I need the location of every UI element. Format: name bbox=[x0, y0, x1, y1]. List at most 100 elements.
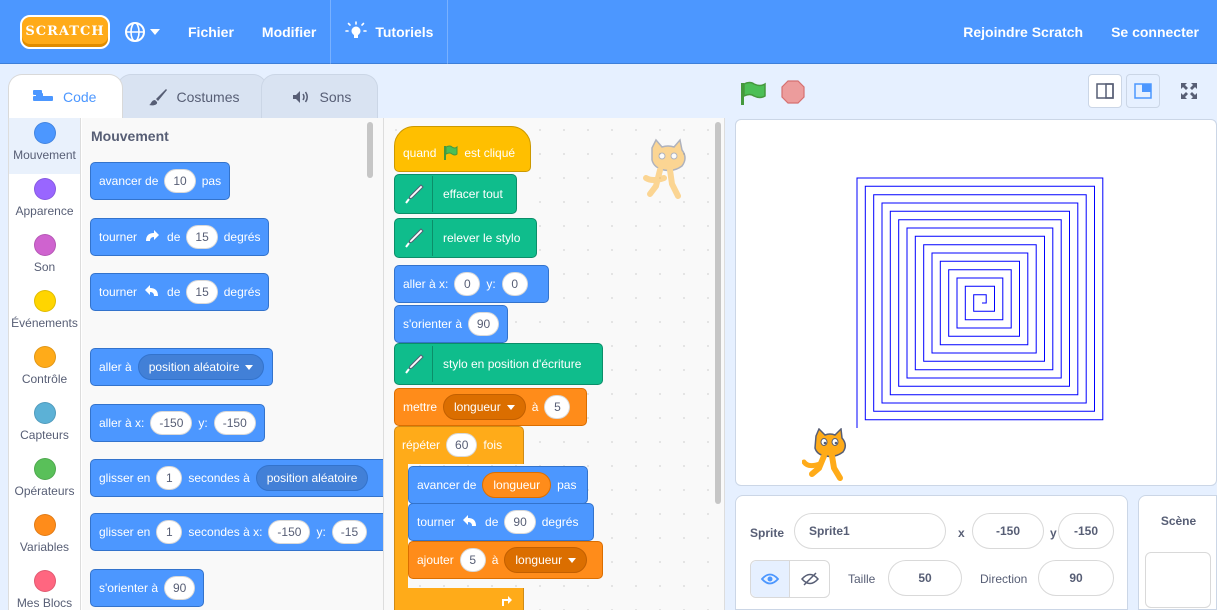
degrees-input[interactable]: 15 bbox=[186, 280, 218, 304]
direction-input[interactable]: 90 bbox=[468, 312, 499, 336]
glide-xy-block[interactable]: glisser en 1 secondes à x: -150 y: -15 bbox=[90, 513, 383, 551]
y-input[interactable]: -15 bbox=[331, 520, 368, 544]
pen-extension-icon bbox=[395, 220, 433, 256]
size-input[interactable]: 50 bbox=[888, 560, 962, 596]
set-variable-block[interactable]: mettre longueur à 5 bbox=[394, 388, 587, 426]
block-text: quand bbox=[403, 146, 437, 160]
editor-tabs: Code Costumes Sons bbox=[8, 74, 379, 118]
point-direction-block[interactable]: s'orienter à 90 bbox=[394, 305, 508, 343]
sign-in-link[interactable]: Se connecter bbox=[1097, 0, 1217, 64]
stop-icon[interactable] bbox=[781, 80, 805, 104]
pen-clear-block[interactable]: effacer tout bbox=[394, 174, 517, 214]
category-son[interactable]: Son bbox=[9, 230, 80, 286]
category-label: Mes Blocs bbox=[16, 596, 73, 610]
hide-sprite-button[interactable] bbox=[790, 561, 829, 597]
glide-target-dropdown[interactable]: position aléatoire bbox=[255, 465, 369, 491]
menu-bar: SCRATCH Fichier Modifier Tutoriels Rejoi… bbox=[0, 0, 1217, 64]
degrees-input[interactable]: 90 bbox=[504, 510, 536, 534]
repeat-arm bbox=[394, 464, 408, 604]
times-input[interactable]: 60 bbox=[446, 433, 478, 457]
variable-dropdown[interactable]: longueur bbox=[504, 547, 588, 573]
file-menu[interactable]: Fichier bbox=[174, 0, 248, 64]
sprite-cat[interactable] bbox=[802, 428, 854, 484]
x-input[interactable]: 0 bbox=[454, 272, 481, 296]
y-input[interactable]: -150 bbox=[213, 411, 256, 435]
variable-reporter[interactable]: longueur bbox=[482, 472, 552, 498]
x-input[interactable]: -150 bbox=[150, 411, 193, 435]
category-mes-blocs[interactable]: Mes Blocs bbox=[9, 566, 80, 610]
direction-input[interactable]: 90 bbox=[1038, 560, 1114, 596]
normal-stage-button[interactable] bbox=[1126, 74, 1160, 108]
flyout-scrollbar[interactable] bbox=[367, 122, 373, 178]
category-op-rateurs[interactable]: Opérateurs bbox=[9, 454, 80, 510]
y-position-input[interactable]: -150 bbox=[1058, 513, 1114, 549]
y-input[interactable]: 0 bbox=[501, 272, 528, 296]
category--v-nements[interactable]: Événements bbox=[9, 286, 80, 342]
block-text: y: bbox=[316, 525, 326, 539]
block-text: degrés bbox=[223, 285, 261, 299]
goto-menu-block[interactable]: aller à position aléatoire bbox=[90, 348, 274, 386]
change-variable-block[interactable]: ajouter 5 à longueur bbox=[408, 541, 603, 579]
goto-xy-block[interactable]: aller à x: -150 y: -150 bbox=[90, 404, 265, 442]
seconds-input[interactable]: 1 bbox=[156, 520, 183, 544]
dropdown-value: position aléatoire bbox=[266, 471, 358, 485]
tutorials-menu[interactable]: Tutoriels bbox=[331, 0, 447, 64]
block-text: aller à x: bbox=[403, 277, 449, 291]
block-text: mettre bbox=[403, 400, 438, 414]
category-mouvement[interactable]: Mouvement bbox=[9, 118, 80, 174]
pen-down-block[interactable]: stylo en position d'écriture bbox=[394, 343, 603, 385]
degrees-input[interactable]: 15 bbox=[186, 225, 218, 249]
tab-costumes-label: Costumes bbox=[176, 88, 240, 105]
x-position-input[interactable]: -150 bbox=[972, 513, 1044, 549]
point-direction-block[interactable]: s'orienter à 90 bbox=[90, 569, 205, 607]
variable-dropdown[interactable]: longueur bbox=[443, 394, 526, 420]
language-menu[interactable] bbox=[110, 0, 174, 64]
scene-thumbnail[interactable] bbox=[1145, 552, 1211, 608]
turn-right-block[interactable]: tourner de 15 degrés bbox=[90, 218, 270, 256]
goto-xy-block[interactable]: aller à x: 0 y: 0 bbox=[394, 265, 549, 303]
scratch-logo[interactable]: SCRATCH bbox=[20, 14, 110, 49]
category-variables[interactable]: Variables bbox=[9, 510, 80, 566]
turn-left-block[interactable]: tourner de 90 degrés bbox=[408, 503, 594, 541]
move-steps-block[interactable]: avancer de 10 pas bbox=[90, 162, 231, 200]
show-sprite-button[interactable] bbox=[751, 561, 791, 597]
edit-menu[interactable]: Modifier bbox=[248, 0, 330, 64]
green-flag-icon[interactable] bbox=[739, 81, 767, 107]
when-flag-clicked-block[interactable]: quand est cliqué bbox=[394, 126, 531, 172]
x-input[interactable]: -150 bbox=[268, 520, 311, 544]
sprite-name-input[interactable]: Sprite1 bbox=[794, 513, 946, 549]
category-apparence[interactable]: Apparence bbox=[9, 174, 80, 230]
seconds-input[interactable]: 1 bbox=[156, 466, 183, 490]
value-input[interactable]: 5 bbox=[459, 548, 486, 572]
small-stage-icon bbox=[1096, 83, 1114, 99]
direction-input[interactable]: 90 bbox=[164, 576, 196, 600]
script-scrollbar[interactable] bbox=[715, 122, 721, 504]
small-stage-button[interactable] bbox=[1088, 74, 1122, 108]
block-text: aller à x: bbox=[99, 416, 145, 430]
stage-canvas[interactable] bbox=[735, 119, 1217, 486]
caret-down-icon bbox=[245, 364, 254, 370]
tab-sounds[interactable]: Sons bbox=[260, 74, 379, 118]
paintbrush-icon bbox=[149, 88, 168, 105]
join-scratch-link[interactable]: Rejoindre Scratch bbox=[949, 0, 1097, 64]
tab-code[interactable]: Code bbox=[8, 74, 124, 118]
block-text: répéter bbox=[402, 438, 441, 452]
block-text: de bbox=[167, 285, 181, 299]
steps-input[interactable]: 10 bbox=[164, 169, 196, 193]
glide-menu-block[interactable]: glisser en 1 secondes à position aléatoi… bbox=[90, 459, 383, 497]
script-area[interactable]: quand est cliqué effacer tout relever le… bbox=[384, 118, 725, 610]
tab-costumes[interactable]: Costumes bbox=[117, 74, 267, 118]
category-contr-le[interactable]: Contrôle bbox=[9, 342, 80, 398]
block-text: glisser en bbox=[99, 525, 151, 539]
turn-left-block[interactable]: tourner de 15 degrés bbox=[90, 273, 270, 311]
value-input[interactable]: 5 bbox=[544, 395, 571, 419]
block-text: à bbox=[531, 400, 539, 414]
goto-target-dropdown[interactable]: position aléatoire bbox=[137, 354, 265, 380]
block-text: stylo en position d'écriture bbox=[443, 357, 582, 371]
move-steps-block[interactable]: avancer de longueur pas bbox=[408, 466, 588, 504]
fullscreen-button[interactable] bbox=[1172, 74, 1206, 108]
block-text: avancer de bbox=[417, 478, 477, 492]
pen-up-block[interactable]: relever le stylo bbox=[394, 218, 537, 258]
category-capteurs[interactable]: Capteurs bbox=[9, 398, 80, 454]
block-text: tourner bbox=[99, 285, 138, 299]
